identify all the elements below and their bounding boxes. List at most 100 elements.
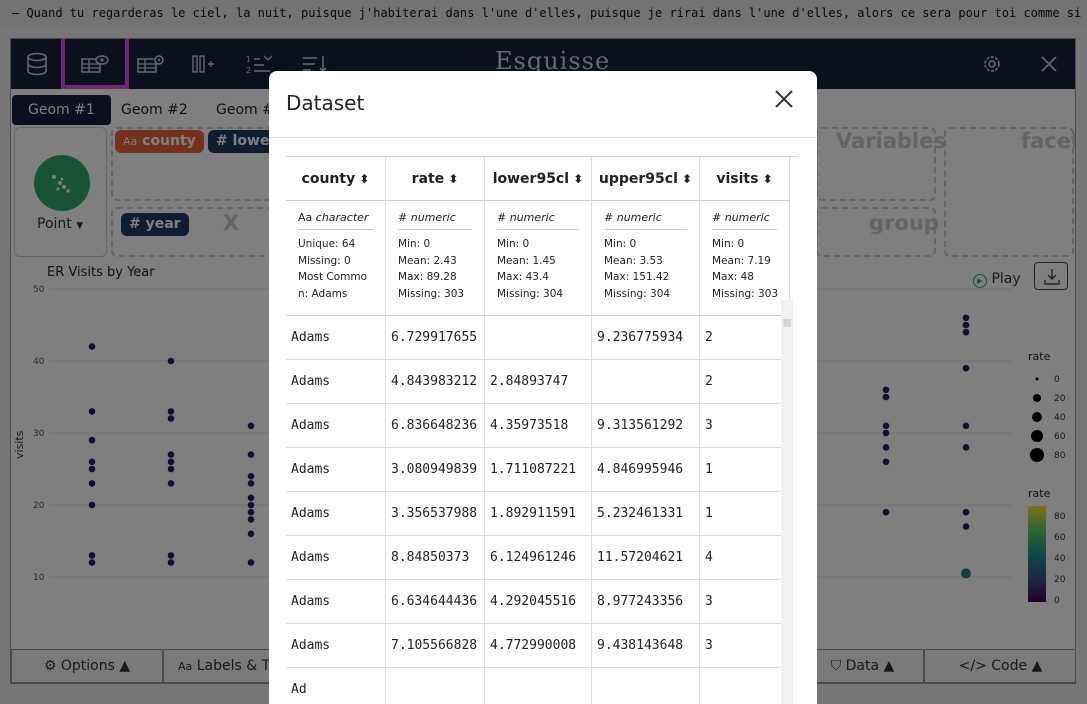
table-cell — [386, 668, 485, 704]
column-stat: Mean: 2.43 — [398, 254, 457, 267]
column-header-upper95cl[interactable]: upper95cl ⬍ — [592, 157, 700, 201]
table-cell: 2 — [700, 316, 790, 360]
scrollbar-thumb[interactable] — [783, 319, 791, 327]
table-cell: 3.080949839 — [386, 448, 485, 492]
table-cell: 9.313561292 — [592, 404, 700, 448]
column-summary: # numeric Min: 0 Mean: 7.19 Max: 48 Missing:… — [700, 201, 790, 316]
column-stat: Missing: 304 — [604, 287, 671, 300]
table-cell — [592, 360, 700, 404]
table-cell: 4.846995946 — [592, 448, 700, 492]
table-cell: 4.292045516 — [485, 580, 592, 624]
column-summary: # numeric Min: 0 Mean: 2.43 Max: 89.28 Missi… — [386, 201, 485, 316]
table-cell: Ad — [286, 668, 386, 704]
table-cell — [485, 316, 592, 360]
sort-icon[interactable]: ⬍ — [758, 172, 773, 186]
column-header-label: county — [301, 171, 356, 187]
table-cell: Adams — [286, 492, 386, 536]
table-cell: 1 — [700, 448, 790, 492]
column-stat: Missing: 0 — [298, 254, 351, 267]
column-stat: Min: 0 — [497, 238, 530, 250]
column-stat: Missing: 303 — [712, 287, 779, 300]
table-cell: 6.729917655 — [386, 316, 485, 360]
table-cell: 3.356537988 — [386, 492, 485, 536]
table-cell: Adams — [286, 624, 386, 668]
table-cell: 1.892911591 — [485, 492, 592, 536]
modal-title: Dataset — [286, 91, 365, 115]
table-cell: 6.124961246 — [485, 536, 592, 580]
table-cell: Adams — [286, 316, 386, 360]
text-type-icon: Aa — [298, 211, 316, 224]
table-cell: 1.711087221 — [485, 448, 592, 492]
table-cell: Adams — [286, 536, 386, 580]
number-type-icon: # — [712, 211, 725, 224]
column-stat: Max: 48 — [712, 271, 754, 283]
column-type: numeric — [509, 211, 555, 224]
table-cell — [700, 668, 790, 704]
modal-divider — [269, 137, 817, 138]
column-summary: # numeric Min: 0 Mean: 1.45 Max: 43.4 Missin… — [485, 201, 592, 316]
table-cell: Adams — [286, 360, 386, 404]
sort-icon[interactable]: ⬍ — [678, 172, 692, 186]
table-cell: 2 — [700, 360, 790, 404]
dataset-table: county ⬍ Aa character Unique: 64 Missing: 0… — [286, 156, 798, 704]
table-cell: 1 — [700, 492, 790, 536]
column-stat: n: Adams — [298, 287, 348, 300]
column-stat: Max: 43.4 — [497, 271, 549, 283]
column-stat: Min: 0 — [398, 238, 431, 250]
number-type-icon: # — [497, 211, 510, 224]
column-stat: Mean: 1.45 — [497, 254, 556, 267]
column-type: numeric — [616, 211, 662, 224]
table-cell: 9.236775934 — [592, 316, 700, 360]
column-header-label: rate — [411, 171, 445, 187]
column-type: numeric — [410, 211, 456, 224]
table-cell: 8.977243356 — [592, 580, 700, 624]
table-cell: Adams — [286, 404, 386, 448]
table-cell: 6.836648236 — [386, 404, 485, 448]
dataset-modal: Dataset county ⬍ Aa character Unique: 64 Mi… — [269, 71, 817, 704]
table-cell: 9.438143648 — [592, 624, 700, 668]
table-cell: 4.772990008 — [485, 624, 592, 668]
table-cell: 11.57204621 — [592, 536, 700, 580]
table-cell: 2.84893747 — [485, 360, 592, 404]
column-stat: Missing: 303 — [398, 287, 465, 300]
table-cell: 3 — [700, 580, 790, 624]
column-stat: Max: 151.42 — [604, 271, 670, 283]
column-header-rate[interactable]: rate ⬍ — [386, 157, 485, 201]
column-header-label: lower95cl — [492, 171, 570, 187]
column-stat: Mean: 7.19 — [712, 254, 771, 267]
column-stat: Min: 0 — [604, 238, 637, 250]
column-header-county[interactable]: county ⬍ — [286, 157, 386, 201]
table-cell: 8.84850373 — [386, 536, 485, 580]
column-summary: Aa character Unique: 64 Missing: 0 Most Com… — [286, 201, 386, 316]
sort-icon[interactable]: ⬍ — [355, 172, 369, 186]
number-type-icon: # — [604, 211, 617, 224]
table-cell: 6.634644436 — [386, 580, 485, 624]
column-stat: Max: 89.28 — [398, 271, 457, 283]
table-cell: 3 — [700, 624, 790, 668]
table-cell: 4.843983212 — [386, 360, 485, 404]
table-cell: 5.232461331 — [592, 492, 700, 536]
column-stat: Unique: 64 — [298, 238, 356, 250]
table-cell: 7.105566828 — [386, 624, 485, 668]
table-cell: 4 — [700, 536, 790, 580]
column-header-label: upper95cl — [598, 171, 678, 187]
close-icon[interactable] — [772, 87, 796, 111]
table-cell: 4.35973518 — [485, 404, 592, 448]
column-header-visits[interactable]: visits ⬍ — [700, 157, 790, 201]
table-cell: Adams — [286, 580, 386, 624]
table-scrollbar[interactable] — [781, 299, 793, 704]
column-stat: Min: 0 — [712, 238, 745, 250]
column-stat: Most Commo — [298, 271, 368, 283]
table-cell: 3 — [700, 404, 790, 448]
table-cell — [592, 668, 700, 704]
column-header-label: visits — [716, 171, 759, 187]
column-header-lower95cl[interactable]: lower95cl ⬍ — [485, 157, 592, 201]
sort-icon[interactable]: ⬍ — [444, 172, 458, 186]
number-type-icon: # — [398, 211, 411, 224]
column-type: character — [315, 211, 369, 224]
column-stat: Missing: 304 — [497, 287, 564, 300]
table-cell — [485, 668, 592, 704]
sort-icon[interactable]: ⬍ — [569, 172, 583, 186]
column-stat: Mean: 3.53 — [604, 254, 663, 267]
column-summary: # numeric Min: 0 Mean: 3.53 Max: 151.42 Miss… — [592, 201, 700, 316]
